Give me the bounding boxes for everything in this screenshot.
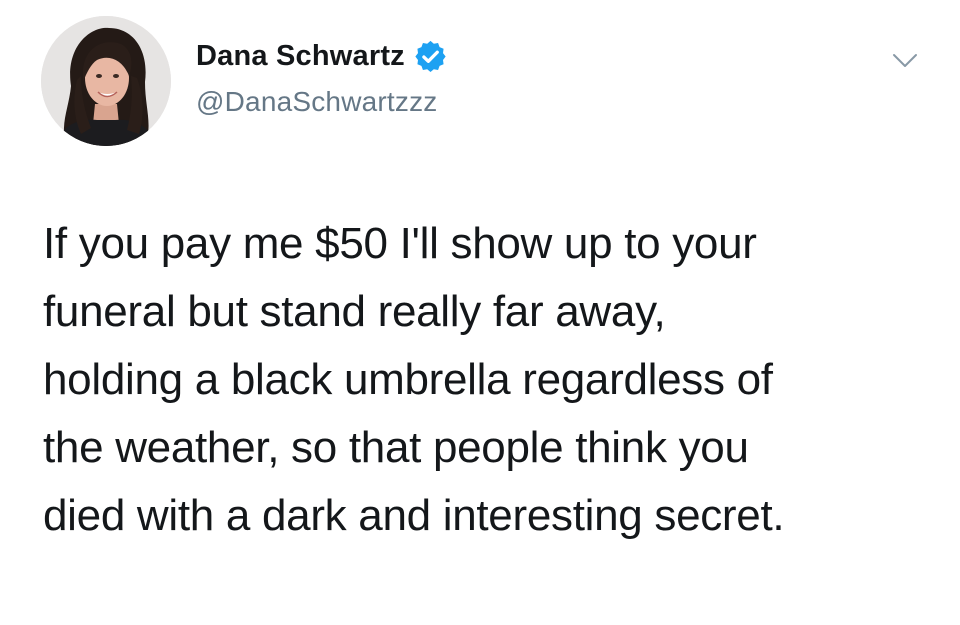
- verified-badge-icon: [414, 40, 447, 73]
- author-handle[interactable]: @DanaSchwartzzz: [196, 86, 438, 118]
- tweet-menu-button[interactable]: [885, 46, 925, 76]
- tweet-text-line: funeral but stand really far away,: [43, 287, 666, 336]
- tweet-text-line: the weather, so that people think you: [43, 423, 749, 472]
- avatar-photo: [41, 16, 171, 146]
- tweet-text-line: If you pay me $50 I'll show up to your: [43, 219, 757, 268]
- display-name[interactable]: Dana Schwartz: [196, 40, 405, 73]
- tweet-text: If you pay me $50 I'll show up to your f…: [43, 210, 943, 550]
- author-name-row[interactable]: Dana Schwartz: [196, 36, 447, 76]
- tweet-text-line: died with a dark and interesting secret.: [43, 491, 785, 540]
- chevron-down-icon: [893, 54, 917, 67]
- tweet-card: Dana Schwartz @DanaSchwartzzz If you pay…: [0, 0, 960, 625]
- author-avatar[interactable]: [41, 16, 171, 146]
- tweet-text-line: holding a black umbrella regardless of: [43, 355, 773, 404]
